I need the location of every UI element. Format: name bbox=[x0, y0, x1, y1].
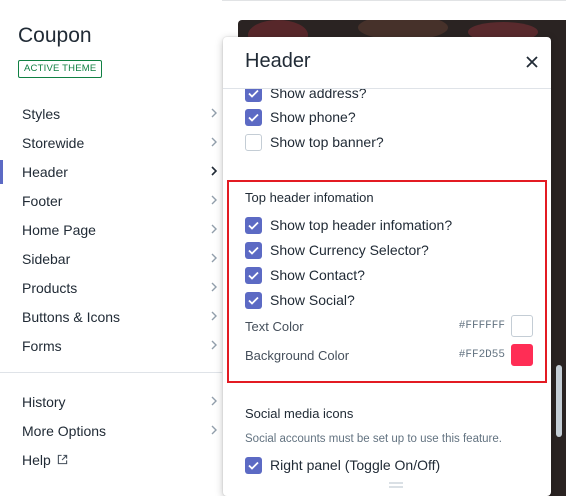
sidebar-item-label: Forms bbox=[22, 337, 62, 354]
checkbox-show-top-banner[interactable]: Show top banner? bbox=[245, 132, 384, 152]
chevron-right-icon bbox=[211, 108, 217, 118]
header-settings-panel: Header Show address? Show phone? Show to… bbox=[223, 37, 551, 496]
sidebar-item-label: Products bbox=[22, 279, 78, 296]
text-color-hex: #FFFFFF bbox=[458, 320, 505, 332]
checkbox-label: Show address? bbox=[270, 89, 367, 101]
sidebar-item-history[interactable]: History bbox=[0, 387, 222, 416]
sidebar-item-label: Styles bbox=[22, 105, 61, 122]
chevron-right-icon bbox=[211, 340, 217, 350]
background-color-swatch[interactable] bbox=[511, 344, 533, 366]
close-icon[interactable] bbox=[521, 51, 543, 73]
checkbox-label: Show top banner? bbox=[270, 134, 384, 150]
sidebar-bottom-nav: History More Options Help bbox=[0, 387, 222, 474]
external-link-icon bbox=[57, 454, 67, 465]
chevron-right-icon bbox=[211, 253, 217, 263]
sidebar-divider bbox=[0, 372, 222, 373]
sidebar-item-products[interactable]: Products bbox=[0, 273, 222, 302]
panel-header: Header bbox=[223, 37, 551, 89]
checkbox-show-phone[interactable]: Show phone? bbox=[245, 107, 356, 127]
text-color-swatch[interactable] bbox=[511, 315, 533, 337]
sidebar-item-label: Home Page bbox=[22, 221, 96, 238]
sidebar-item-forms[interactable]: Forms bbox=[0, 331, 222, 360]
checkbox-show-address[interactable]: Show address? bbox=[245, 89, 367, 103]
theme-name: Coupon bbox=[18, 24, 92, 47]
sidebar-item-styles[interactable]: Styles bbox=[0, 99, 222, 128]
sidebar-item-label: Storewide bbox=[22, 134, 85, 151]
checkbox-checked-icon[interactable] bbox=[245, 291, 262, 309]
chevron-right-icon bbox=[211, 224, 217, 234]
sidebar-item-label: Buttons & Icons bbox=[22, 308, 121, 325]
sidebar-item-label: History bbox=[22, 393, 66, 410]
theme-editor-sidebar: Coupon ACTIVE THEME Styles Storewide Hea… bbox=[0, 0, 222, 496]
sidebar-item-sidebar[interactable]: Sidebar bbox=[0, 244, 222, 273]
sidebar-item-buttons-icons[interactable]: Buttons & Icons bbox=[0, 302, 222, 331]
panel-body: Show address? Show phone? Show top banne… bbox=[223, 89, 551, 496]
text-color-setting: Text Color #FFFFFF bbox=[245, 314, 533, 338]
drag-handle-icon[interactable] bbox=[389, 482, 403, 488]
checkbox-show-top-header-info[interactable]: Show top header infomation? bbox=[245, 215, 452, 235]
checkbox-checked-icon[interactable] bbox=[245, 216, 262, 234]
sidebar-item-help[interactable]: Help bbox=[0, 445, 222, 474]
background-color-hex: #FF2D55 bbox=[458, 349, 505, 361]
checkbox-checked-icon[interactable] bbox=[245, 266, 262, 284]
sidebar-item-label: Header bbox=[22, 163, 68, 180]
checkbox-label: Show Currency Selector? bbox=[270, 242, 429, 258]
chevron-right-icon bbox=[211, 396, 217, 406]
section-title-social-media: Social media icons bbox=[245, 406, 354, 421]
checkbox-show-currency-selector[interactable]: Show Currency Selector? bbox=[245, 240, 429, 260]
sidebar-item-label: Footer bbox=[22, 192, 63, 209]
checkbox-label: Show top header infomation? bbox=[270, 217, 453, 233]
panel-title: Header bbox=[245, 50, 311, 72]
checkbox-label: Show Contact? bbox=[270, 267, 365, 283]
sidebar-nav: Styles Storewide Header Footer Home Page… bbox=[0, 99, 222, 360]
sidebar-item-label: Sidebar bbox=[22, 250, 71, 267]
text-color-label: Text Color bbox=[245, 318, 304, 334]
chevron-right-icon bbox=[211, 195, 217, 205]
checkbox-checked-icon[interactable] bbox=[245, 456, 262, 474]
chevron-right-icon bbox=[211, 282, 217, 292]
sidebar-item-label: Help bbox=[22, 451, 51, 468]
checkbox-show-contact[interactable]: Show Contact? bbox=[245, 265, 365, 285]
chevron-right-icon bbox=[211, 137, 217, 147]
checkbox-show-social[interactable]: Show Social? bbox=[245, 290, 355, 310]
checkbox-checked-icon[interactable] bbox=[245, 108, 262, 126]
checkbox-checked-icon[interactable] bbox=[245, 241, 262, 259]
checkbox-label: Right panel (Toggle On/Off) bbox=[270, 457, 441, 473]
checkbox-label: Show phone? bbox=[270, 109, 356, 125]
checkbox-label: Show Social? bbox=[270, 292, 355, 308]
sidebar-item-footer[interactable]: Footer bbox=[0, 186, 222, 215]
sidebar-item-storewide[interactable]: Storewide bbox=[0, 128, 222, 157]
chevron-right-icon bbox=[211, 166, 218, 176]
checkbox-unchecked-icon[interactable] bbox=[245, 133, 262, 151]
sidebar-item-home-page[interactable]: Home Page bbox=[0, 215, 222, 244]
background-color-setting: Background Color #FF2D55 bbox=[245, 343, 533, 367]
checkbox-checked-icon[interactable] bbox=[245, 89, 262, 102]
sidebar-item-more-options[interactable]: More Options bbox=[0, 416, 222, 445]
panel-scrollbar[interactable] bbox=[556, 365, 562, 437]
checkbox-right-panel[interactable]: Right panel (Toggle On/Off) bbox=[245, 455, 440, 475]
sidebar-item-header[interactable]: Header bbox=[0, 157, 222, 186]
chevron-right-icon bbox=[211, 311, 217, 321]
sidebar-item-label: More Options bbox=[22, 422, 107, 439]
chevron-right-icon bbox=[211, 425, 217, 435]
active-theme-badge: ACTIVE THEME bbox=[18, 60, 103, 78]
background-color-label: Background Color bbox=[245, 347, 350, 363]
social-help-text: Social accounts must be set up to use th… bbox=[245, 433, 502, 445]
section-title-top-header: Top header infomation bbox=[245, 190, 374, 205]
